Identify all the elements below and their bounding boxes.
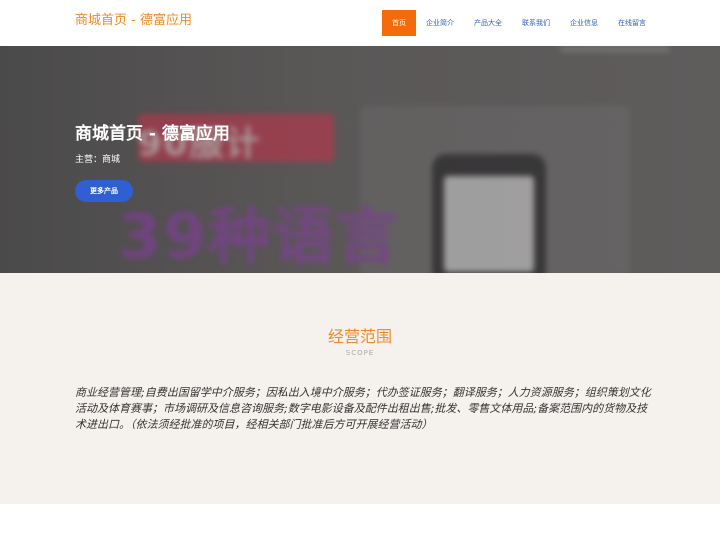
background-bar (560, 46, 670, 52)
nav-item-company-info[interactable]: 企业信息 (560, 10, 608, 36)
nav-item-home[interactable]: 首页 (382, 10, 416, 36)
nav-item-message[interactable]: 在线留言 (608, 10, 656, 36)
business-scope-section: 经营范围 SCOPE 商业经营管理;自费出国留学中介服务；因私出入境中介服务；代… (0, 273, 720, 504)
scope-title: 经营范围 (327, 327, 392, 346)
nav-item-products[interactable]: 产品大全 (464, 10, 512, 36)
nav-item-contact[interactable]: 联系我们 (512, 10, 560, 36)
background-text-2: 39种语言 (118, 200, 401, 273)
main-nav: 首页 企业简介 产品大全 联系我们 企业信息 在线留言 (382, 10, 656, 36)
site-brand[interactable]: 商城首页 - 德富应用 (75, 9, 192, 28)
background-phone-screen (444, 176, 534, 272)
hero-title: 商城首页 - 德富应用 (75, 124, 230, 144)
hero-banner: 90服计 39种语言 商城首页 - 德富应用 主营：商城 更多产品 (0, 46, 720, 273)
more-products-button[interactable]: 更多产品 (75, 180, 133, 202)
site-header: 商城首页 - 德富应用 首页 企业简介 产品大全 联系我们 企业信息 在线留言 (0, 0, 720, 46)
nav-item-about[interactable]: 企业简介 (416, 10, 464, 36)
scope-body: 商业经营管理;自费出国留学中介服务；因私出入境中介服务；代办签证服务；翻译服务；… (75, 386, 651, 431)
hero-subtitle: 主营：商城 (75, 155, 121, 165)
scope-subtitle: SCOPE (345, 349, 375, 357)
